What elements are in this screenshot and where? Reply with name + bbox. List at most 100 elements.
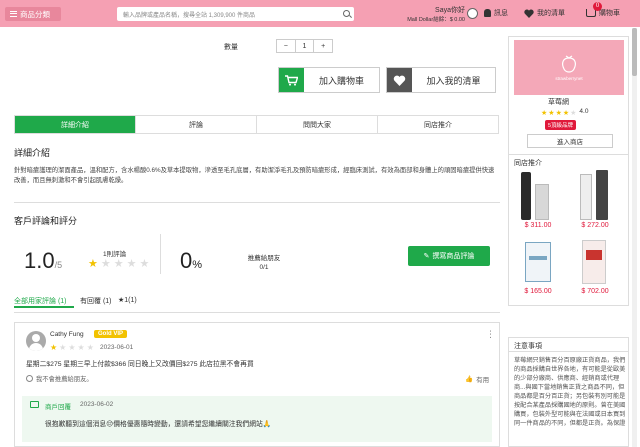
add-to-cart-label: 加入購物車 (318, 75, 364, 86)
mall-dollar-icon (467, 8, 478, 19)
search-icon[interactable] (343, 10, 350, 17)
quantity-stepper[interactable]: − 1 + (276, 39, 333, 53)
shop-rating-stars: ★ ★ ★ ★ ★ 4.0 (541, 108, 588, 119)
review-count: 1則評論 (103, 251, 127, 258)
tab-questions[interactable]: 問問大家 (257, 116, 378, 133)
more-options-icon[interactable]: ⋮ (486, 329, 495, 340)
filter-all-reviews[interactable]: 全部用家評論 (1) (14, 296, 67, 306)
active-tab-indicator (14, 306, 74, 308)
recommended-product[interactable]: $ 702.00 (570, 236, 620, 295)
quantity-minus-button[interactable]: − (277, 40, 296, 52)
product-tabs: 詳細介紹 評論 問問大家 同店推介 (14, 115, 499, 134)
store-icon (30, 401, 39, 408)
product-image (570, 236, 620, 288)
search-placeholder: 輸入品牌或產品名稱，搜尋全站 1,309,900 件商品 (123, 12, 256, 19)
category-menu-button[interactable]: 商品分類 (5, 7, 61, 21)
edit-icon: ✎ (423, 253, 430, 260)
avatar (26, 331, 46, 351)
not-recommend-note: 我不會推薦給朋友。 (26, 374, 93, 383)
star-icon: ★ (570, 110, 577, 117)
divider (509, 351, 628, 352)
helpful-label: 有用 (476, 377, 490, 384)
recommend-label-text: 推薦給朋友 (247, 255, 281, 262)
product-price: $ 272.00 (581, 222, 609, 229)
recommend-percent: 0% (180, 248, 202, 274)
recommended-product[interactable]: $ 272.00 (570, 170, 620, 229)
star-icon: ★ (50, 343, 58, 352)
reply-text: 很抱歉聽到這個消息😔價格優惠隨時變動，還請希望您繼續關注我們網站🙏 (45, 421, 272, 428)
strawberry-icon (562, 55, 576, 73)
star-icon: ★ (541, 110, 548, 117)
add-to-wishlist-label: 加入我的清單 (426, 75, 481, 86)
user-greeting: Saya你好 (435, 7, 465, 14)
filter-with-reply[interactable]: 有回覆 (1) (80, 296, 112, 306)
star-icon: ★ (77, 343, 85, 352)
star-icon: ★ (88, 258, 98, 270)
notice-heading: 注意事項 (514, 343, 542, 350)
wishlist-label: 我的清單 (537, 10, 565, 17)
shop-rating: 4.0 (579, 108, 589, 115)
tab-shop-recommend[interactable]: 同店推介 (378, 116, 498, 133)
not-recommend-text: 我不會推薦給朋友。 (36, 376, 93, 383)
score-suffix: /5 (54, 260, 63, 270)
product-image (513, 170, 563, 222)
product-price: $ 311.00 (524, 222, 552, 229)
divider (14, 202, 500, 203)
divider (160, 234, 161, 274)
thumbs-up-icon: 👍 (465, 376, 474, 383)
details-text: 針對暗瘡護理的潔面產品，溫和配方，含水楊酸0.6%及草本提取物，滲透至毛孔底層，… (14, 167, 495, 184)
reviews-heading: 客戶評論和評分 (14, 216, 78, 226)
shop-name[interactable]: 草莓網 (548, 97, 569, 107)
helpful-button[interactable]: 👍 有用 (465, 374, 489, 384)
star-icon: ★ (68, 343, 76, 352)
recommend-ratio: 0/1 (259, 264, 269, 271)
write-review-button[interactable]: ✎ 撰寫商品評論 (408, 246, 490, 266)
search-input[interactable]: 輸入品牌或產品名稱，搜尋全站 1,309,900 件商品 (117, 7, 354, 21)
tab-reviews[interactable]: 評論 (136, 116, 257, 133)
star-icon: ★ (126, 258, 137, 270)
add-to-wishlist-button[interactable]: 加入我的清單 (386, 67, 496, 93)
recommend-label: 推薦給朋友 0/1 (246, 252, 282, 271)
sad-face-icon (26, 375, 33, 382)
average-score: 1.0/5 (24, 248, 62, 274)
star-icon: ★ (562, 110, 570, 117)
heart-icon (387, 68, 412, 92)
cart-link[interactable]: 購物車 (586, 8, 620, 18)
category-label: 商品分類 (20, 9, 50, 19)
heart-icon (524, 9, 534, 18)
star-icon: ★ (113, 258, 124, 270)
recommended-product[interactable]: $ 311.00 (513, 170, 563, 229)
recommended-product[interactable]: $ 165.00 (513, 236, 563, 295)
recommend-pct-unit: % (192, 259, 203, 271)
shop-logo[interactable]: strawberrynet (514, 40, 624, 95)
tab-details[interactable]: 詳細介紹 (15, 116, 136, 133)
star-icon: ★ (139, 258, 150, 270)
page-scrollbar[interactable] (632, 28, 637, 447)
divider (14, 312, 500, 313)
filter-one-star[interactable]: ★1(1) (118, 296, 137, 304)
star-icon: ★ (548, 110, 555, 117)
messages-link[interactable]: 訊息 (484, 8, 508, 18)
star-icon: ★ (555, 110, 562, 117)
mall-dollar-balance: Mall Dollar結餘：$ 0.00 (407, 17, 465, 23)
add-to-cart-button[interactable]: 加入購物車 (278, 67, 380, 93)
notice-text: 草莓網只銷售百分百原廠正貨商品，我們的商品採購自世界各地，有可能是從歐美的少部分… (514, 357, 626, 427)
enter-shop-button[interactable]: 進入商店 (527, 134, 613, 148)
star-icon: ★ (59, 343, 67, 352)
cart-count-badge: 0 (593, 2, 602, 11)
shop-badge: 5頂級品牌 (545, 120, 577, 130)
product-image (570, 170, 620, 222)
reply-label: 商戶回覆 (45, 404, 71, 411)
quantity-value[interactable]: 1 (296, 40, 315, 52)
hamburger-icon (10, 11, 17, 17)
shop-logo-text: strawberrynet (555, 76, 583, 81)
wishlist-link[interactable]: 我的清單 (524, 8, 565, 18)
quantity-plus-button[interactable]: + (314, 40, 332, 52)
messages-label: 訊息 (494, 10, 508, 17)
details-heading: 詳細介紹 (14, 148, 51, 158)
user-account[interactable]: Saya你好 Mall Dollar結餘：$ 0.00 (390, 5, 465, 23)
scrollbar-thumb[interactable] (632, 28, 637, 76)
shop-recommend-heading: 同店推介 (514, 160, 542, 167)
star-icon: ★ (86, 343, 94, 352)
rating-stars: ★ ★ ★ ★ ★ (88, 259, 149, 270)
